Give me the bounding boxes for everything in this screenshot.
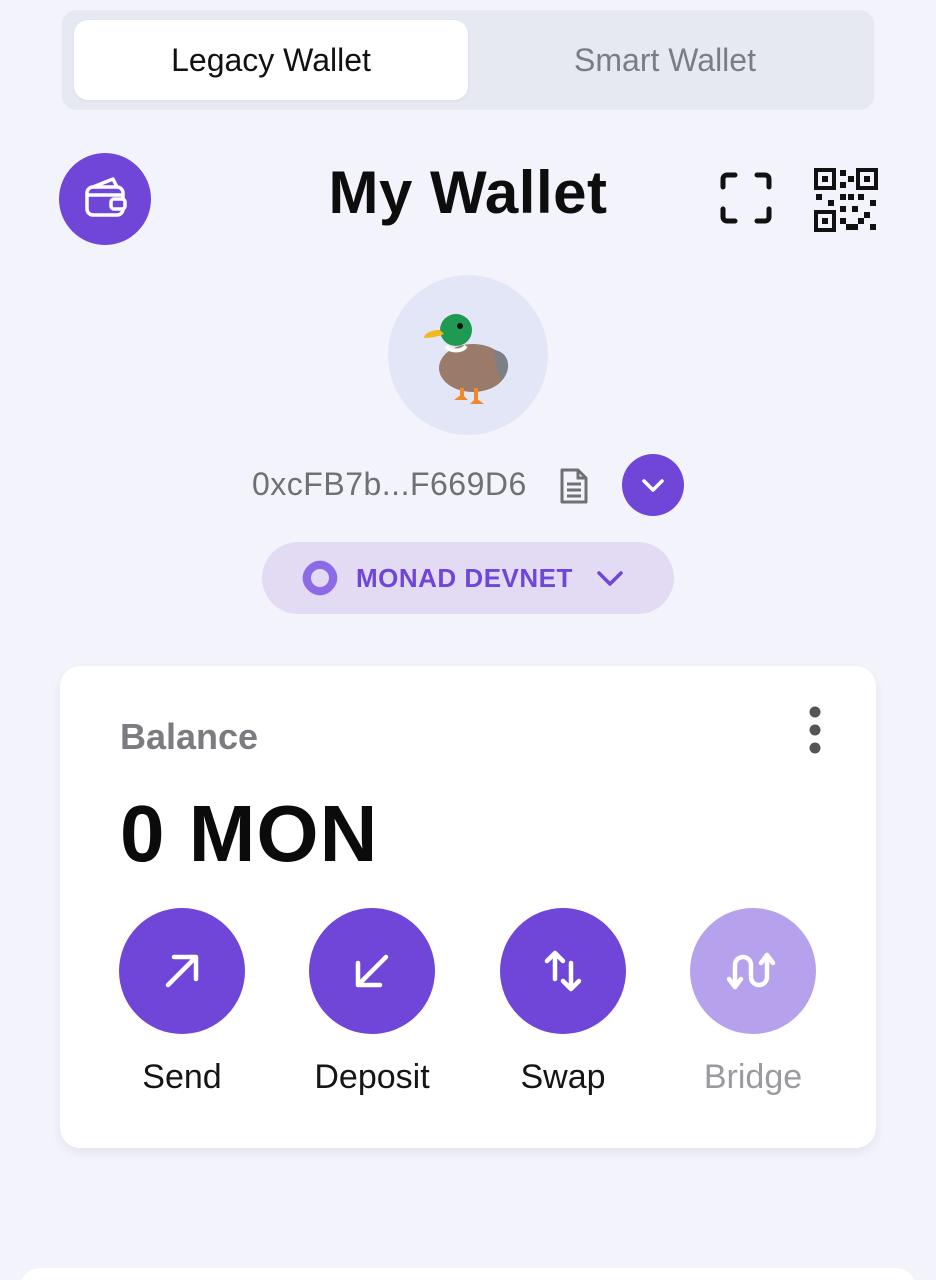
- bridge-action[interactable]: Bridge: [668, 908, 838, 1097]
- deposit-button[interactable]: [309, 908, 435, 1034]
- copy-icon: [560, 468, 588, 504]
- monad-logo-icon: [302, 560, 338, 596]
- wallet-address[interactable]: 0xcFB7b...F669D6: [252, 466, 527, 503]
- wallet-screen: Legacy Wallet Smart Wallet My Wallet 0xc…: [0, 0, 936, 1280]
- balance-card: Balance 0 MON Send Deposit Swap Bridge: [60, 666, 876, 1148]
- swap-vertical-icon: [544, 950, 582, 992]
- swap-label: Swap: [520, 1058, 606, 1096]
- scan-button[interactable]: [718, 170, 774, 226]
- deposit-label: Deposit: [314, 1058, 430, 1096]
- scan-icon: [720, 172, 772, 224]
- qr-code-button[interactable]: [814, 168, 878, 232]
- chevron-down-icon: [642, 479, 664, 492]
- wallet-type-tabs: Legacy Wallet Smart Wallet: [62, 10, 874, 110]
- tab-legacy-wallet[interactable]: Legacy Wallet: [74, 20, 468, 100]
- chevron-down-icon: [597, 571, 623, 586]
- copy-address-button[interactable]: [556, 464, 590, 506]
- more-options-button[interactable]: [800, 704, 830, 756]
- network-label: MONAD DEVNET: [356, 562, 573, 593]
- page-title: My Wallet: [328, 159, 608, 226]
- balance-label: Balance: [120, 716, 259, 757]
- swap-action[interactable]: Swap: [478, 908, 648, 1097]
- send-button[interactable]: [119, 908, 245, 1034]
- bridge-button[interactable]: [690, 908, 816, 1034]
- bridge-label: Bridge: [703, 1058, 803, 1096]
- swap-button[interactable]: [500, 908, 626, 1034]
- arrow-down-left-icon: [355, 954, 389, 988]
- deposit-action[interactable]: Deposit: [287, 908, 457, 1097]
- address-row: 0xcFB7b...F669D6: [0, 452, 936, 518]
- bottom-sheet-edge: [20, 1268, 916, 1280]
- send-label: Send: [142, 1058, 222, 1096]
- send-action[interactable]: Send: [97, 908, 267, 1097]
- bridge-icon: [726, 952, 776, 990]
- network-selector[interactable]: MONAD DEVNET: [262, 542, 674, 614]
- more-vertical-icon: [809, 706, 821, 754]
- duck-avatar-icon: [424, 314, 509, 404]
- tab-smart-wallet[interactable]: Smart Wallet: [468, 20, 862, 100]
- account-dropdown-button[interactable]: [622, 454, 684, 516]
- arrow-up-right-icon: [165, 954, 199, 988]
- qr-code-icon: [814, 168, 878, 232]
- avatar[interactable]: [388, 275, 548, 435]
- balance-value: 0 MON: [120, 789, 379, 878]
